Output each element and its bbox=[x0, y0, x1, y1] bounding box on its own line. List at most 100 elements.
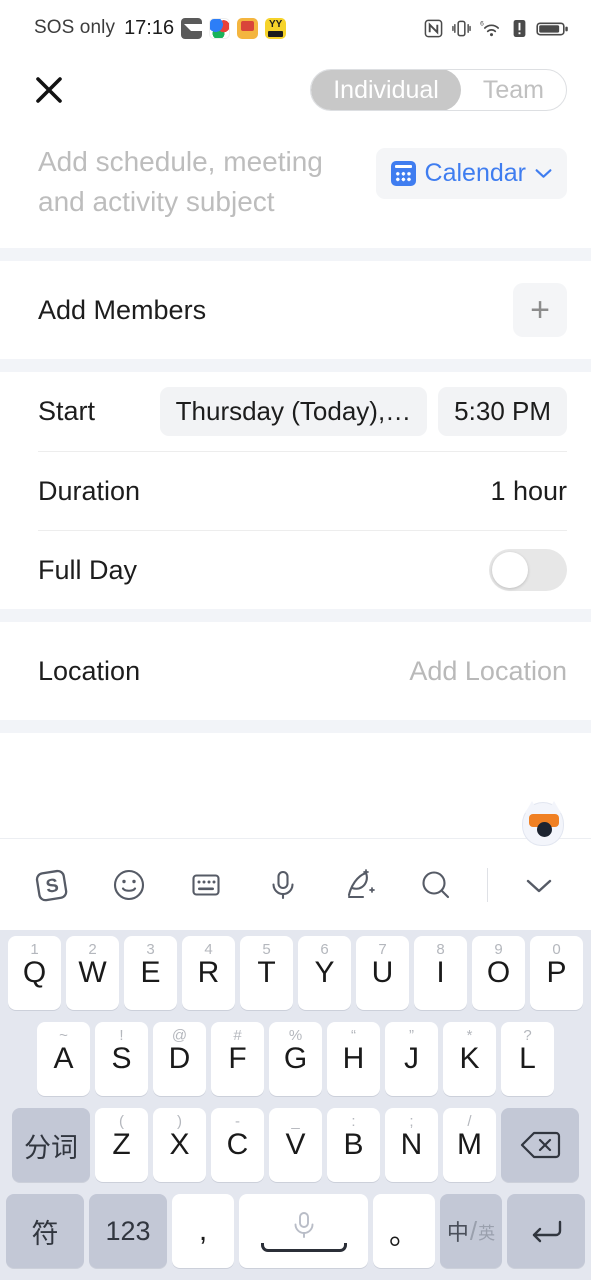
key-hint: 0 bbox=[552, 941, 561, 958]
orange-app-icon bbox=[237, 17, 259, 39]
key-label: U bbox=[371, 956, 394, 989]
close-button[interactable] bbox=[26, 67, 72, 113]
scope-segmented-control[interactable]: Individual Team bbox=[310, 69, 567, 111]
keyboard-row-4: 符 123 , 。 中 / 英 bbox=[0, 1188, 591, 1274]
key-n[interactable]: ; N bbox=[385, 1108, 438, 1182]
ai-writing-icon[interactable] bbox=[333, 859, 385, 911]
section-divider bbox=[0, 720, 591, 733]
calendar-label: Calendar bbox=[424, 159, 526, 187]
search-icon[interactable] bbox=[410, 859, 462, 911]
key-language-toggle[interactable]: 中 / 英 bbox=[440, 1194, 502, 1268]
key-hint: ) bbox=[177, 1113, 182, 1130]
key-hint: _ bbox=[291, 1113, 300, 1130]
keyboard-icon[interactable] bbox=[180, 859, 232, 911]
space-inner bbox=[260, 1210, 347, 1252]
key-a[interactable]: ~ A bbox=[37, 1022, 90, 1096]
lang-bottom-label: 英 bbox=[478, 1224, 496, 1243]
key-label: D bbox=[168, 1042, 191, 1075]
start-time-chip[interactable]: 5:30 PM bbox=[438, 387, 567, 436]
key-label: 123 bbox=[105, 1215, 151, 1246]
microphone-icon[interactable] bbox=[257, 859, 309, 911]
key-label: G bbox=[283, 1042, 308, 1075]
key-q[interactable]: 1Q bbox=[8, 936, 61, 1010]
key-y[interactable]: 6Y bbox=[298, 936, 351, 1010]
duration-value: 1 hour bbox=[490, 475, 567, 506]
key-c[interactable]: -C bbox=[211, 1108, 264, 1182]
key-x[interactable]: ) X bbox=[153, 1108, 206, 1182]
add-member-button[interactable]: + bbox=[513, 283, 567, 337]
lang-top-label: 中 bbox=[446, 1220, 469, 1245]
duration-row[interactable]: Duration 1 hour bbox=[38, 451, 567, 530]
key-label: W bbox=[78, 956, 107, 989]
backspace-icon bbox=[520, 1131, 561, 1159]
key-hint: 7 bbox=[378, 941, 387, 958]
segment-individual[interactable]: Individual bbox=[311, 70, 461, 110]
fox-mascot-icon[interactable] bbox=[522, 801, 564, 846]
key-i[interactable]: 8I bbox=[414, 936, 467, 1010]
full-day-label: Full Day bbox=[38, 554, 138, 585]
key-m[interactable]: / M bbox=[443, 1108, 496, 1182]
key-hint: ” bbox=[409, 1027, 414, 1044]
key-space[interactable] bbox=[239, 1194, 368, 1268]
key-word-segment[interactable]: 分词 bbox=[12, 1108, 90, 1182]
section-divider bbox=[0, 609, 591, 622]
collapse-keyboard-icon[interactable] bbox=[513, 859, 565, 911]
key-r[interactable]: 4R bbox=[182, 936, 235, 1010]
key-label: 。 bbox=[389, 1218, 419, 1251]
key-e[interactable]: 3E bbox=[124, 936, 177, 1010]
emoji-icon[interactable] bbox=[103, 859, 155, 911]
key-u[interactable]: 7U bbox=[356, 936, 409, 1010]
key-label: 分词 bbox=[24, 1132, 78, 1163]
key-hint: “ bbox=[351, 1027, 356, 1044]
svg-text:6: 6 bbox=[480, 20, 484, 27]
subject-input[interactable]: Add schedule, meeting and activity subje… bbox=[38, 142, 368, 222]
toggle-knob bbox=[492, 552, 528, 588]
key-h[interactable]: “H bbox=[327, 1022, 380, 1096]
location-row[interactable]: Location Add Location bbox=[38, 622, 567, 720]
key-enter[interactable] bbox=[507, 1194, 585, 1268]
location-value[interactable]: Add Location bbox=[409, 656, 567, 687]
key-hint: 6 bbox=[320, 941, 329, 958]
key-label: O bbox=[486, 956, 511, 989]
key-hint: 1 bbox=[30, 941, 39, 958]
segment-team[interactable]: Team bbox=[461, 70, 566, 110]
key-z[interactable]: (Z bbox=[95, 1108, 148, 1182]
key-label: X bbox=[169, 1128, 190, 1161]
key-p[interactable]: 0P bbox=[530, 936, 583, 1010]
key-v[interactable]: _ V bbox=[269, 1108, 322, 1182]
key-label: A bbox=[53, 1042, 74, 1075]
key-b[interactable]: :B bbox=[327, 1108, 380, 1182]
key-symbols[interactable]: 符 bbox=[6, 1194, 84, 1268]
calendar-selector-button[interactable]: Calendar bbox=[375, 148, 567, 199]
key-w[interactable]: 2W bbox=[66, 936, 119, 1010]
key-t[interactable]: 5T bbox=[240, 936, 293, 1010]
sogou-logo-icon[interactable]: S bbox=[26, 859, 78, 911]
start-date-chip[interactable]: Thursday (Today),… bbox=[159, 387, 428, 436]
key-f[interactable]: # F bbox=[211, 1022, 264, 1096]
space-bar-glyph bbox=[260, 1243, 347, 1252]
key-s[interactable]: ! S bbox=[95, 1022, 148, 1096]
key-label: F bbox=[228, 1042, 247, 1075]
key-hint: ~ bbox=[59, 1027, 68, 1044]
add-members-row[interactable]: Add Members + bbox=[38, 261, 567, 359]
key-o[interactable]: 9O bbox=[472, 936, 525, 1010]
toolbar-divider bbox=[487, 867, 489, 902]
key-k[interactable]: * K bbox=[443, 1022, 496, 1096]
keyboard-row-3: 分词 (Z ) X -C _ V :B ; N / M bbox=[0, 1102, 591, 1188]
key-label: B bbox=[343, 1128, 364, 1161]
key-comma[interactable]: , bbox=[172, 1194, 234, 1268]
key-g[interactable]: % G bbox=[269, 1022, 322, 1096]
key-backspace[interactable] bbox=[501, 1108, 579, 1182]
key-period[interactable]: 。 bbox=[373, 1194, 435, 1268]
full-day-toggle[interactable] bbox=[489, 549, 567, 591]
key-hint: 3 bbox=[146, 941, 155, 958]
key-d[interactable]: @ D bbox=[153, 1022, 206, 1096]
key-numbers[interactable]: 123 bbox=[89, 1194, 167, 1268]
key-label: L bbox=[519, 1042, 536, 1075]
calendar-icon bbox=[390, 161, 416, 186]
key-label: V bbox=[285, 1128, 306, 1161]
key-l[interactable]: ? L bbox=[501, 1022, 554, 1096]
schedule-section: Start Thursday (Today),… 5:30 PM Duratio… bbox=[0, 372, 591, 609]
key-j[interactable]: ” J bbox=[385, 1022, 438, 1096]
key-hint: ( bbox=[119, 1113, 124, 1130]
